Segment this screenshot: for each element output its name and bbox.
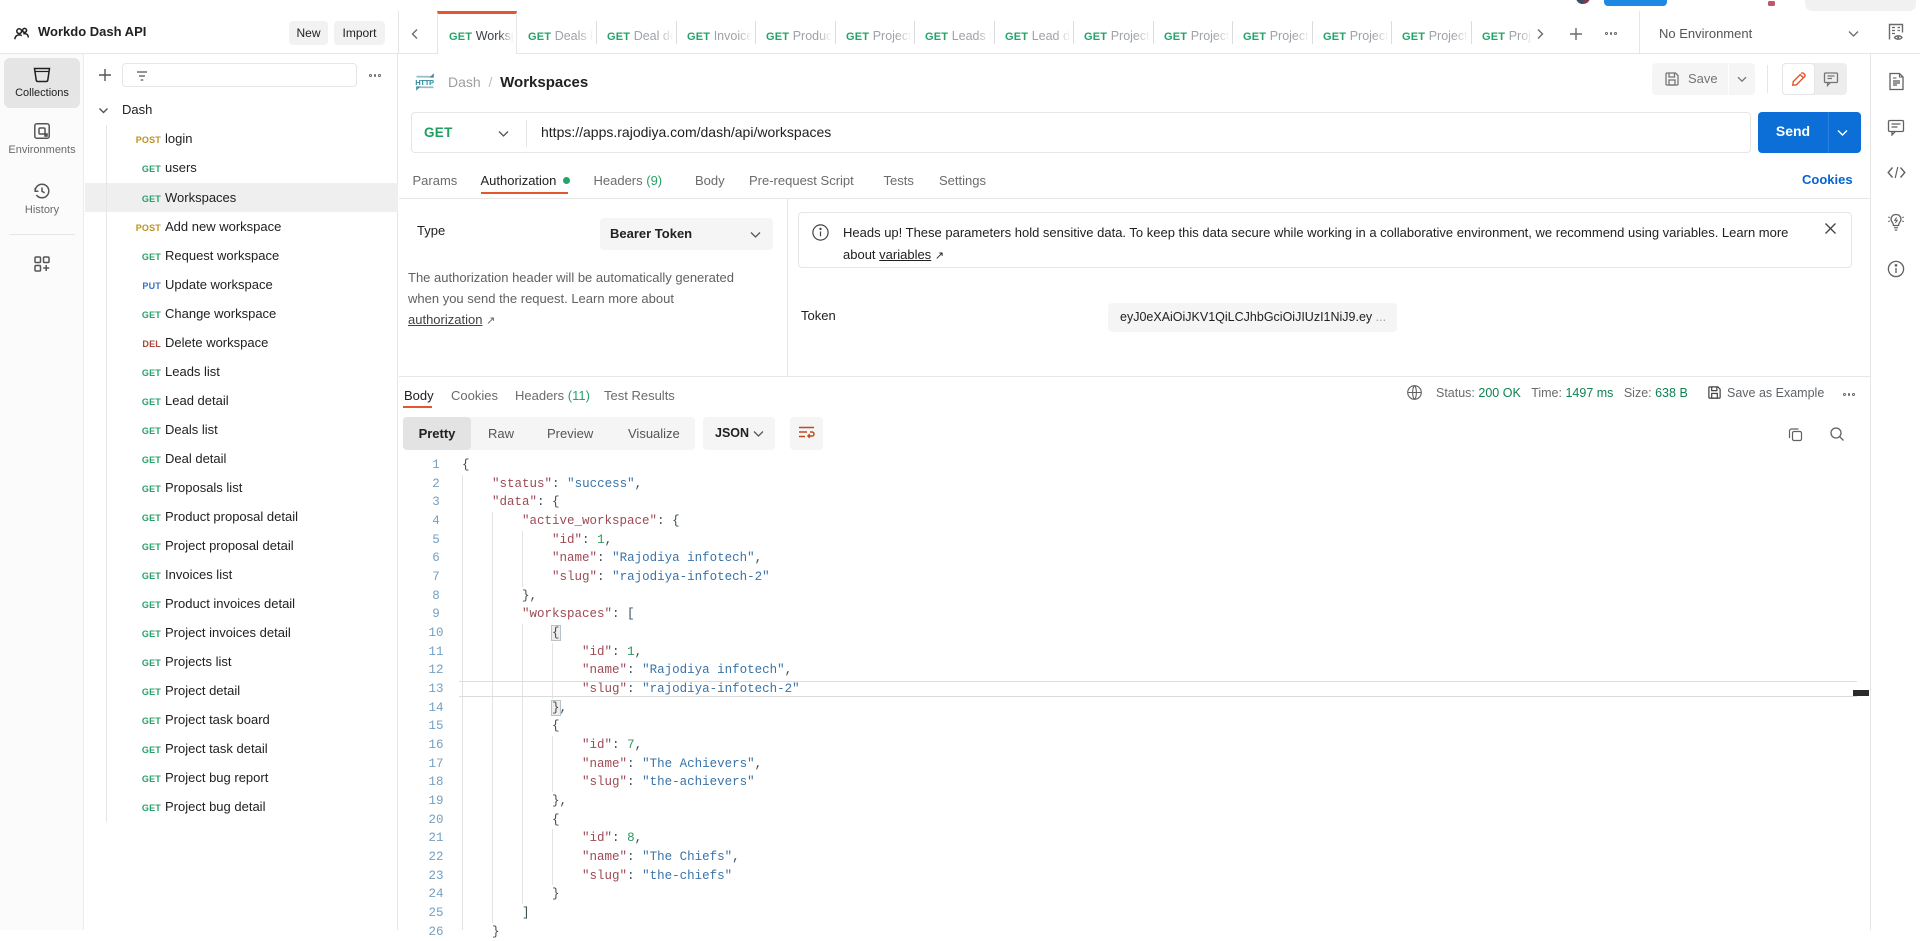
svg-text:HTTP: HTTP (415, 78, 434, 87)
